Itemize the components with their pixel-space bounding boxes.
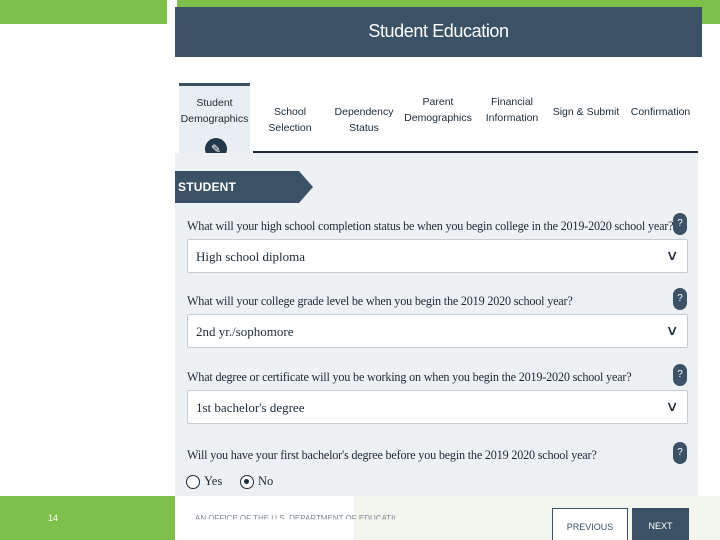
chevron-down-icon: ∨ bbox=[665, 398, 679, 414]
step-parent-demographics[interactable]: Parent Demographics bbox=[401, 83, 475, 153]
radio-yes[interactable] bbox=[186, 475, 200, 489]
grade-level-select[interactable]: 2nd yr./sophomore ∨ bbox=[187, 314, 688, 348]
question-icon[interactable]: ? bbox=[673, 288, 687, 310]
page-number: 14 bbox=[48, 513, 59, 523]
chevron-down-icon: ∨ bbox=[665, 247, 679, 263]
step-confirmation[interactable]: Confirmation bbox=[623, 83, 698, 153]
question-icon[interactable]: ? bbox=[673, 364, 687, 386]
degree-select[interactable]: 1st bachelor's degree ∨ bbox=[187, 390, 688, 424]
step-sign-submit[interactable]: Sign & Submit bbox=[549, 83, 623, 153]
question-icon[interactable]: ? bbox=[673, 442, 687, 464]
question-label: What degree or certificate will you be w… bbox=[187, 370, 632, 384]
page-banner: Student Education bbox=[175, 7, 702, 57]
step-navigation: Student Demographics ✎ School Selection D… bbox=[175, 83, 702, 160]
radio-label-yes: Yes bbox=[204, 474, 223, 488]
question-icon[interactable]: ? bbox=[673, 213, 687, 235]
step-dependency-status[interactable]: Dependency Status bbox=[327, 83, 401, 153]
radio-no[interactable] bbox=[240, 475, 254, 489]
step-school-selection[interactable]: School Selection bbox=[253, 83, 327, 153]
question-label: Will you have your first bachelor's degr… bbox=[187, 448, 597, 462]
student-information-form: STUDENT INFORMATION What will your high … bbox=[175, 153, 698, 496]
question-label: What will your high school completion st… bbox=[187, 219, 674, 233]
bottom-left-accent bbox=[0, 496, 175, 540]
radio-label-no: No bbox=[258, 474, 274, 488]
previous-button[interactable]: PREVIOUS bbox=[552, 508, 628, 540]
page-title: Student Education bbox=[368, 21, 509, 41]
next-button[interactable]: NEXT bbox=[632, 508, 689, 540]
question-label: What will your college grade level be wh… bbox=[187, 294, 573, 308]
fafsa-screenshot: Student Education Student Demographics ✎ … bbox=[175, 7, 702, 496]
section-heading: STUDENT INFORMATION bbox=[175, 171, 313, 203]
step-financial-information[interactable]: Financial Information bbox=[475, 83, 549, 153]
step-student-demographics[interactable]: Student Demographics ✎ bbox=[179, 83, 250, 160]
chevron-down-icon: ∨ bbox=[665, 322, 679, 338]
high-school-status-select[interactable]: High school diploma ∨ bbox=[187, 239, 688, 273]
